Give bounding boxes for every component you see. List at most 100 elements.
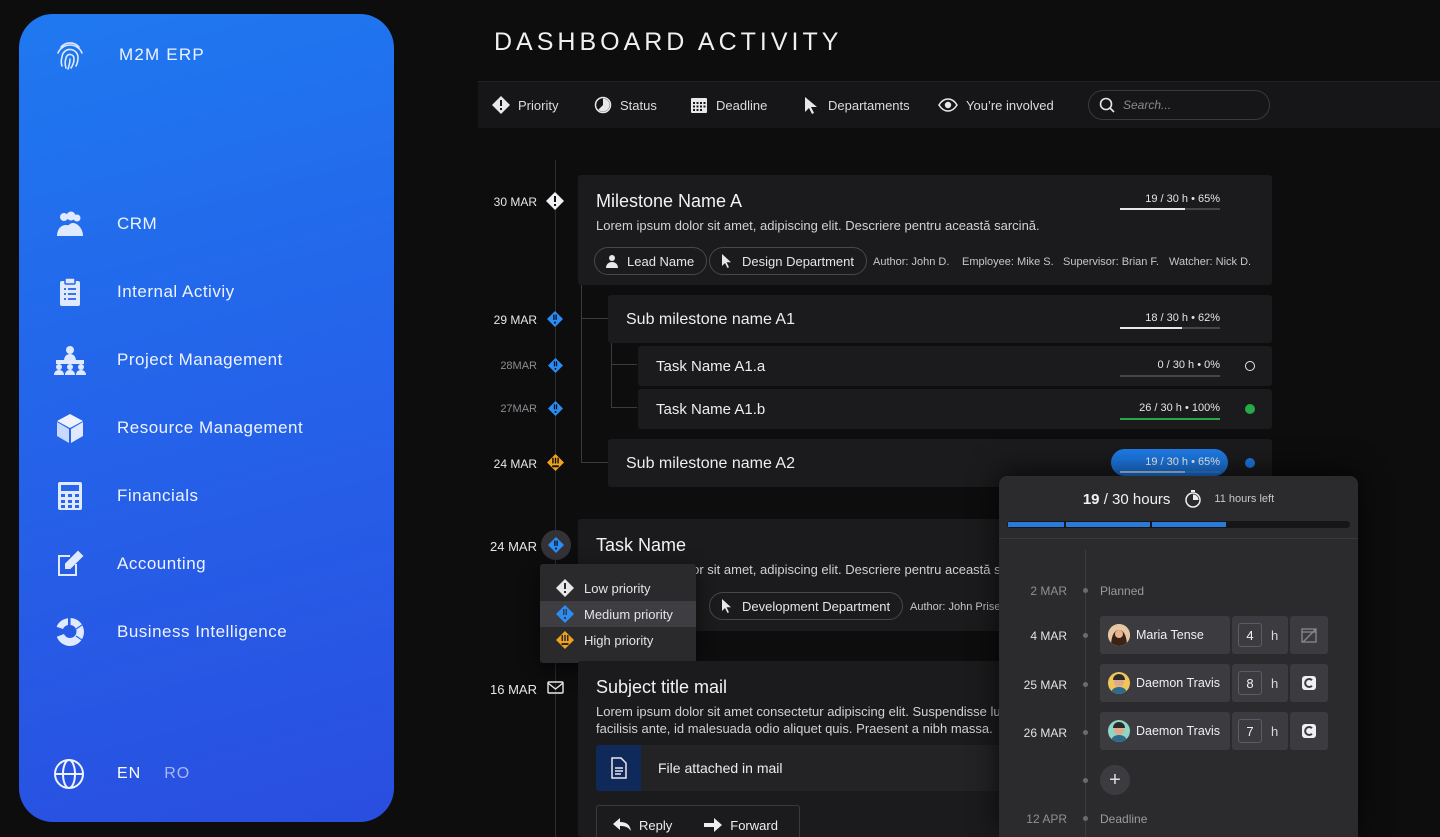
search-icon bbox=[1099, 97, 1115, 113]
user-icon bbox=[606, 255, 618, 268]
watcher-text: Watcher: Nick D. bbox=[1169, 256, 1252, 268]
reply-label: Reply bbox=[639, 817, 673, 833]
deadline-label: Deadline bbox=[1100, 812, 1148, 826]
sidebar-item-label: CRM bbox=[117, 214, 158, 233]
filter-deadline[interactable]: Deadline bbox=[690, 82, 767, 128]
mail-body-line-1: Lorem ipsum dolor sit amet consectetur a… bbox=[596, 704, 1000, 719]
sub-milestone-a1-card[interactable]: Sub milestone name A1 18 / 30 h • 62% bbox=[608, 295, 1272, 343]
hours-left: 11 hours left bbox=[1214, 493, 1275, 505]
progress-fill bbox=[1120, 471, 1185, 473]
sub-a2-progress-bar bbox=[1120, 471, 1220, 473]
lead-chip[interactable]: Lead Name bbox=[594, 247, 708, 275]
cancel-circle-icon bbox=[1302, 676, 1316, 690]
filter-departments[interactable]: Departaments bbox=[802, 82, 910, 128]
filter-involved-label: You’re involved bbox=[966, 97, 1054, 113]
brand[interactable]: M2M ERP bbox=[53, 38, 205, 72]
status-icon bbox=[594, 96, 612, 114]
mail-icon bbox=[547, 681, 564, 694]
medium-priority-icon[interactable] bbox=[548, 358, 563, 373]
sidebar-item-business-intelligence[interactable]: Business Intelligence bbox=[53, 598, 303, 666]
department-chip[interactable]: Development Department bbox=[709, 592, 904, 620]
deadline-date: 12 APR bbox=[1026, 812, 1067, 826]
entry-date: 4 MAR bbox=[1030, 629, 1067, 643]
timeline-dot bbox=[1083, 682, 1088, 687]
filter-priority-label: Priority bbox=[518, 97, 559, 113]
reply-button[interactable]: Reply bbox=[613, 818, 672, 833]
department-chip[interactable]: Design Department bbox=[709, 247, 867, 275]
calendar-icon bbox=[691, 98, 707, 113]
hours-value[interactable]: 4 bbox=[1238, 623, 1262, 647]
hours-value[interactable]: 8 bbox=[1238, 671, 1262, 695]
hours-input[interactable]: 7h bbox=[1232, 712, 1288, 750]
hours-total: / 30 hours bbox=[1099, 490, 1171, 508]
filter-priority[interactable]: Priority bbox=[492, 82, 558, 128]
language-ro[interactable]: RO bbox=[164, 765, 190, 783]
sidebar-item-resource-management[interactable]: Resource Management bbox=[53, 394, 303, 462]
task-a1a-card[interactable]: Task Name A1.a 0 / 30 h • 0% bbox=[638, 346, 1272, 386]
add-entry-button[interactable]: + bbox=[1100, 765, 1130, 795]
department-name: Design Department bbox=[742, 253, 854, 269]
language-en[interactable]: EN bbox=[117, 765, 141, 783]
filter-status[interactable]: Status bbox=[594, 82, 657, 128]
task-a1b-card[interactable]: Task Name A1.b 26 / 30 h • 100% bbox=[638, 389, 1272, 429]
sub-a2-progress-text: 19 / 30 h • 65% bbox=[1145, 456, 1220, 468]
mail-date: 16 MAR bbox=[490, 682, 537, 697]
sidebar-item-accounting[interactable]: Accounting bbox=[53, 530, 303, 598]
panel-divider bbox=[999, 538, 1358, 539]
filter-involved[interactable]: You’re involved bbox=[938, 82, 1054, 128]
eye-icon bbox=[938, 98, 958, 112]
supervisor-text: Supervisor: Brian F. bbox=[1063, 256, 1159, 268]
tree-connector bbox=[581, 285, 608, 319]
priority-option-high[interactable]: High priority bbox=[540, 627, 696, 653]
task-date: 24 MAR bbox=[490, 539, 537, 554]
forward-button[interactable]: Forward bbox=[704, 818, 778, 833]
cancel-button[interactable] bbox=[1290, 664, 1328, 702]
sub-a1-progress-bar bbox=[1120, 327, 1220, 329]
timeline-axis bbox=[555, 160, 556, 837]
assignee-name: Daemon Travis bbox=[1136, 676, 1221, 690]
progress-fill bbox=[1120, 327, 1182, 329]
lead-name: Lead Name bbox=[627, 253, 695, 269]
assignee-chip[interactable]: Daemon Travis bbox=[1100, 664, 1230, 702]
assignee-chip[interactable]: Maria Tense bbox=[1100, 616, 1230, 654]
milestone-card[interactable]: Milestone Name A Lorem ipsum dolor sit a… bbox=[578, 175, 1272, 285]
task-a1b-progress-bar bbox=[1120, 418, 1220, 420]
entry-date: 25 MAR bbox=[1023, 678, 1067, 692]
low-priority-icon[interactable] bbox=[546, 192, 564, 210]
priority-option-low[interactable]: Low priority bbox=[540, 575, 696, 601]
mail-subject: Subject title mail bbox=[596, 677, 728, 697]
sidebar-item-crm[interactable]: CRM bbox=[53, 190, 303, 258]
tree-connector bbox=[611, 343, 637, 365]
sidebar-item-label: Accounting bbox=[117, 554, 207, 573]
filter-deadline-label: Deadline bbox=[716, 97, 768, 113]
attachment[interactable]: File attached in mail bbox=[596, 745, 1000, 791]
globe-icon bbox=[54, 759, 84, 789]
timeline-dot bbox=[1083, 633, 1088, 638]
high-priority-icon[interactable] bbox=[547, 454, 564, 471]
sidebar-item-label: Project Management bbox=[117, 350, 283, 369]
sidebar-item-label: Resource Management bbox=[117, 418, 304, 437]
hours-done: 19 bbox=[1082, 490, 1100, 508]
search-box[interactable] bbox=[1088, 90, 1270, 120]
calendar-disabled-button[interactable] bbox=[1290, 616, 1328, 654]
hours-input[interactable]: 8h bbox=[1232, 664, 1288, 702]
sidebar-item-project-management[interactable]: Project Management bbox=[53, 326, 303, 394]
priority-option-medium[interactable]: Medium priority bbox=[540, 601, 696, 627]
hours-value[interactable]: 7 bbox=[1238, 719, 1262, 743]
search-input[interactable] bbox=[1123, 98, 1253, 112]
presentation-icon bbox=[53, 343, 87, 377]
medium-priority-icon[interactable] bbox=[547, 311, 563, 327]
status-in-progress-dot bbox=[1245, 458, 1255, 468]
medium-priority-icon[interactable] bbox=[548, 401, 563, 416]
mail-body-line-2: facilisis ante, id malesuada odio alique… bbox=[596, 721, 993, 736]
priority-selector[interactable] bbox=[541, 530, 571, 560]
avatar bbox=[1108, 720, 1130, 742]
sidebar-item-label: Internal Activiy bbox=[117, 282, 235, 301]
employee-text: Employee: Mike S. bbox=[962, 256, 1054, 268]
hours-input[interactable]: 4h bbox=[1232, 616, 1288, 654]
sidebar-item-financials[interactable]: Financials bbox=[53, 462, 303, 530]
cancel-button[interactable] bbox=[1290, 712, 1328, 750]
assignee-chip[interactable]: Daemon Travis bbox=[1100, 712, 1230, 750]
fingerprint-icon bbox=[57, 42, 83, 70]
sidebar-item-internal-activity[interactable]: Internal Activiy bbox=[53, 258, 303, 326]
